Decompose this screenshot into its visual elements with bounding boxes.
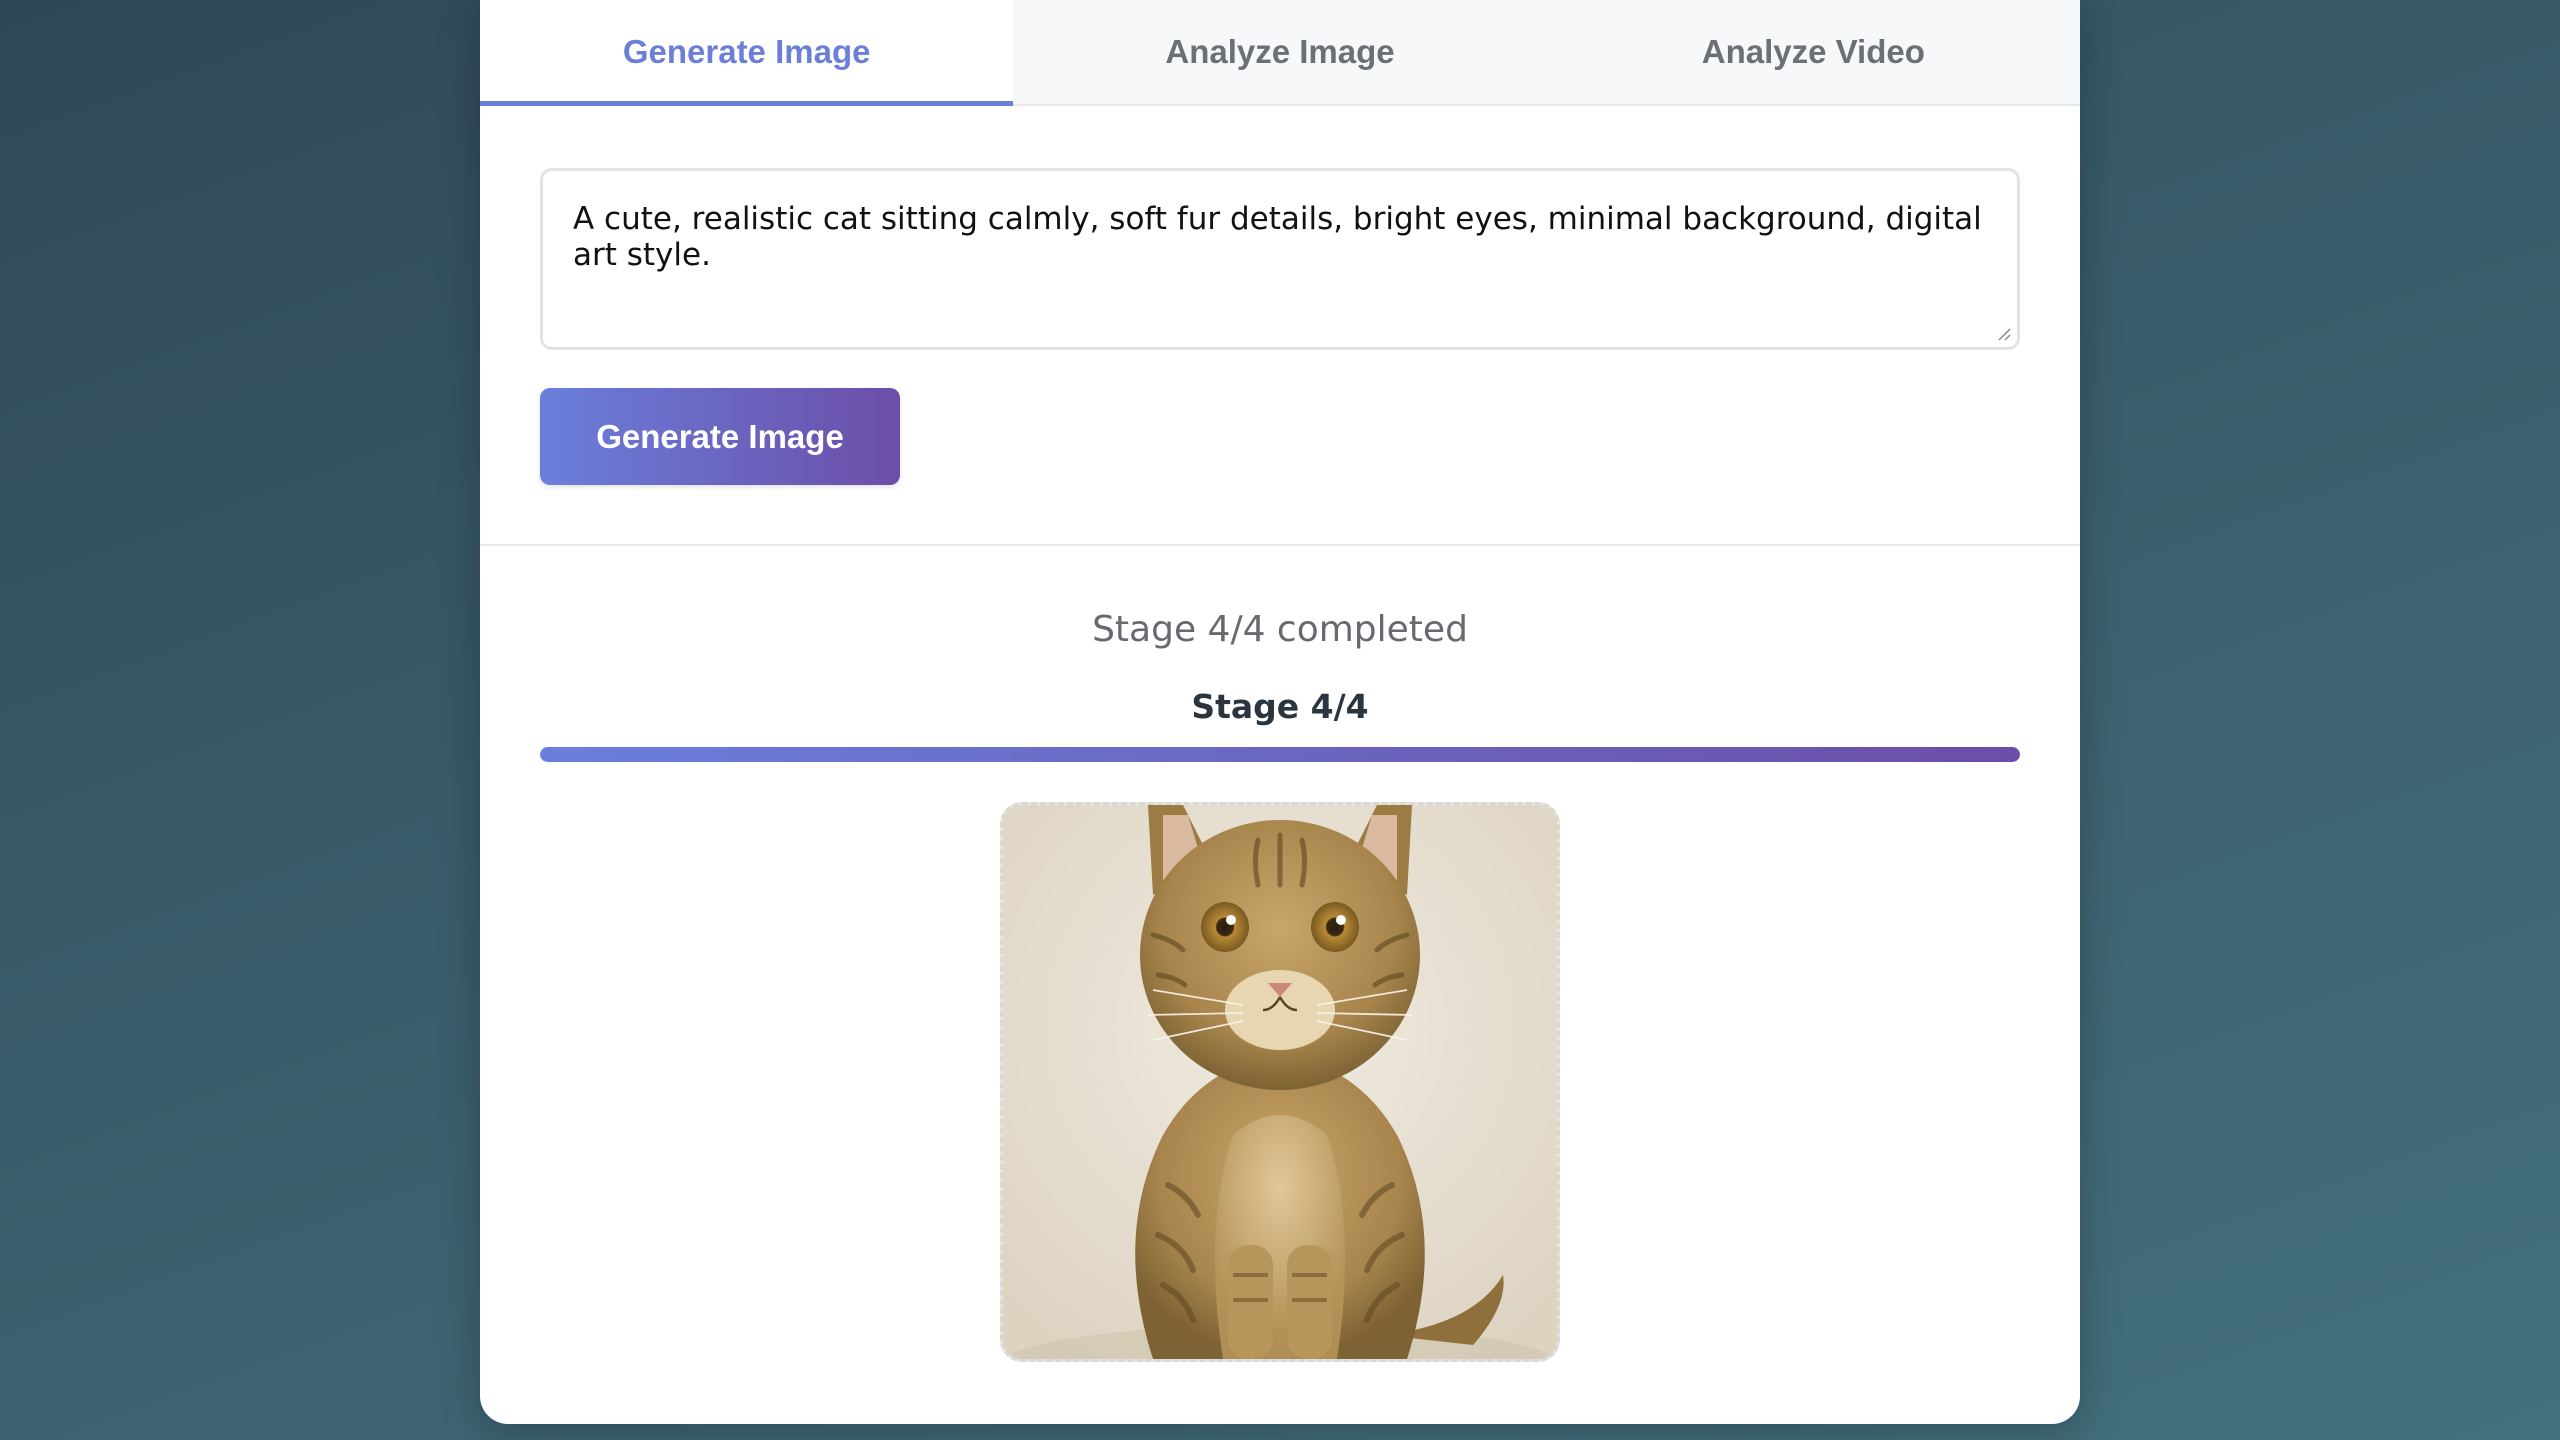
tab-bar: Generate Image Analyze Image Analyze Vid… (480, 0, 2080, 106)
prompt-textarea[interactable]: A cute, realistic cat sitting calmly, so… (540, 168, 2020, 350)
generate-image-button[interactable]: Generate Image (540, 388, 900, 485)
generated-image (1000, 802, 1560, 1362)
progress-bar (540, 747, 2020, 762)
resize-grip-icon[interactable] (1995, 325, 2011, 341)
status-text: Stage 4/4 completed (1092, 609, 1468, 650)
progress-fill (540, 747, 2020, 762)
tab-generate-image[interactable]: Generate Image (480, 0, 1014, 106)
stage-label: Stage 4/4 (1191, 687, 1369, 726)
tab-analyze-video[interactable]: Analyze Video (1547, 0, 2080, 104)
results-section: Stage 4/4 completed Stage 4/4 (480, 608, 2080, 1362)
prompt-text: A cute, realistic cat sitting calmly, so… (573, 201, 1982, 273)
tab-analyze-image[interactable]: Analyze Image (1013, 0, 1546, 104)
cat-image (1003, 805, 1557, 1359)
generate-form: A cute, realistic cat sitting calmly, so… (480, 106, 2080, 546)
main-card: Generate Image Analyze Image Analyze Vid… (480, 0, 2080, 1424)
